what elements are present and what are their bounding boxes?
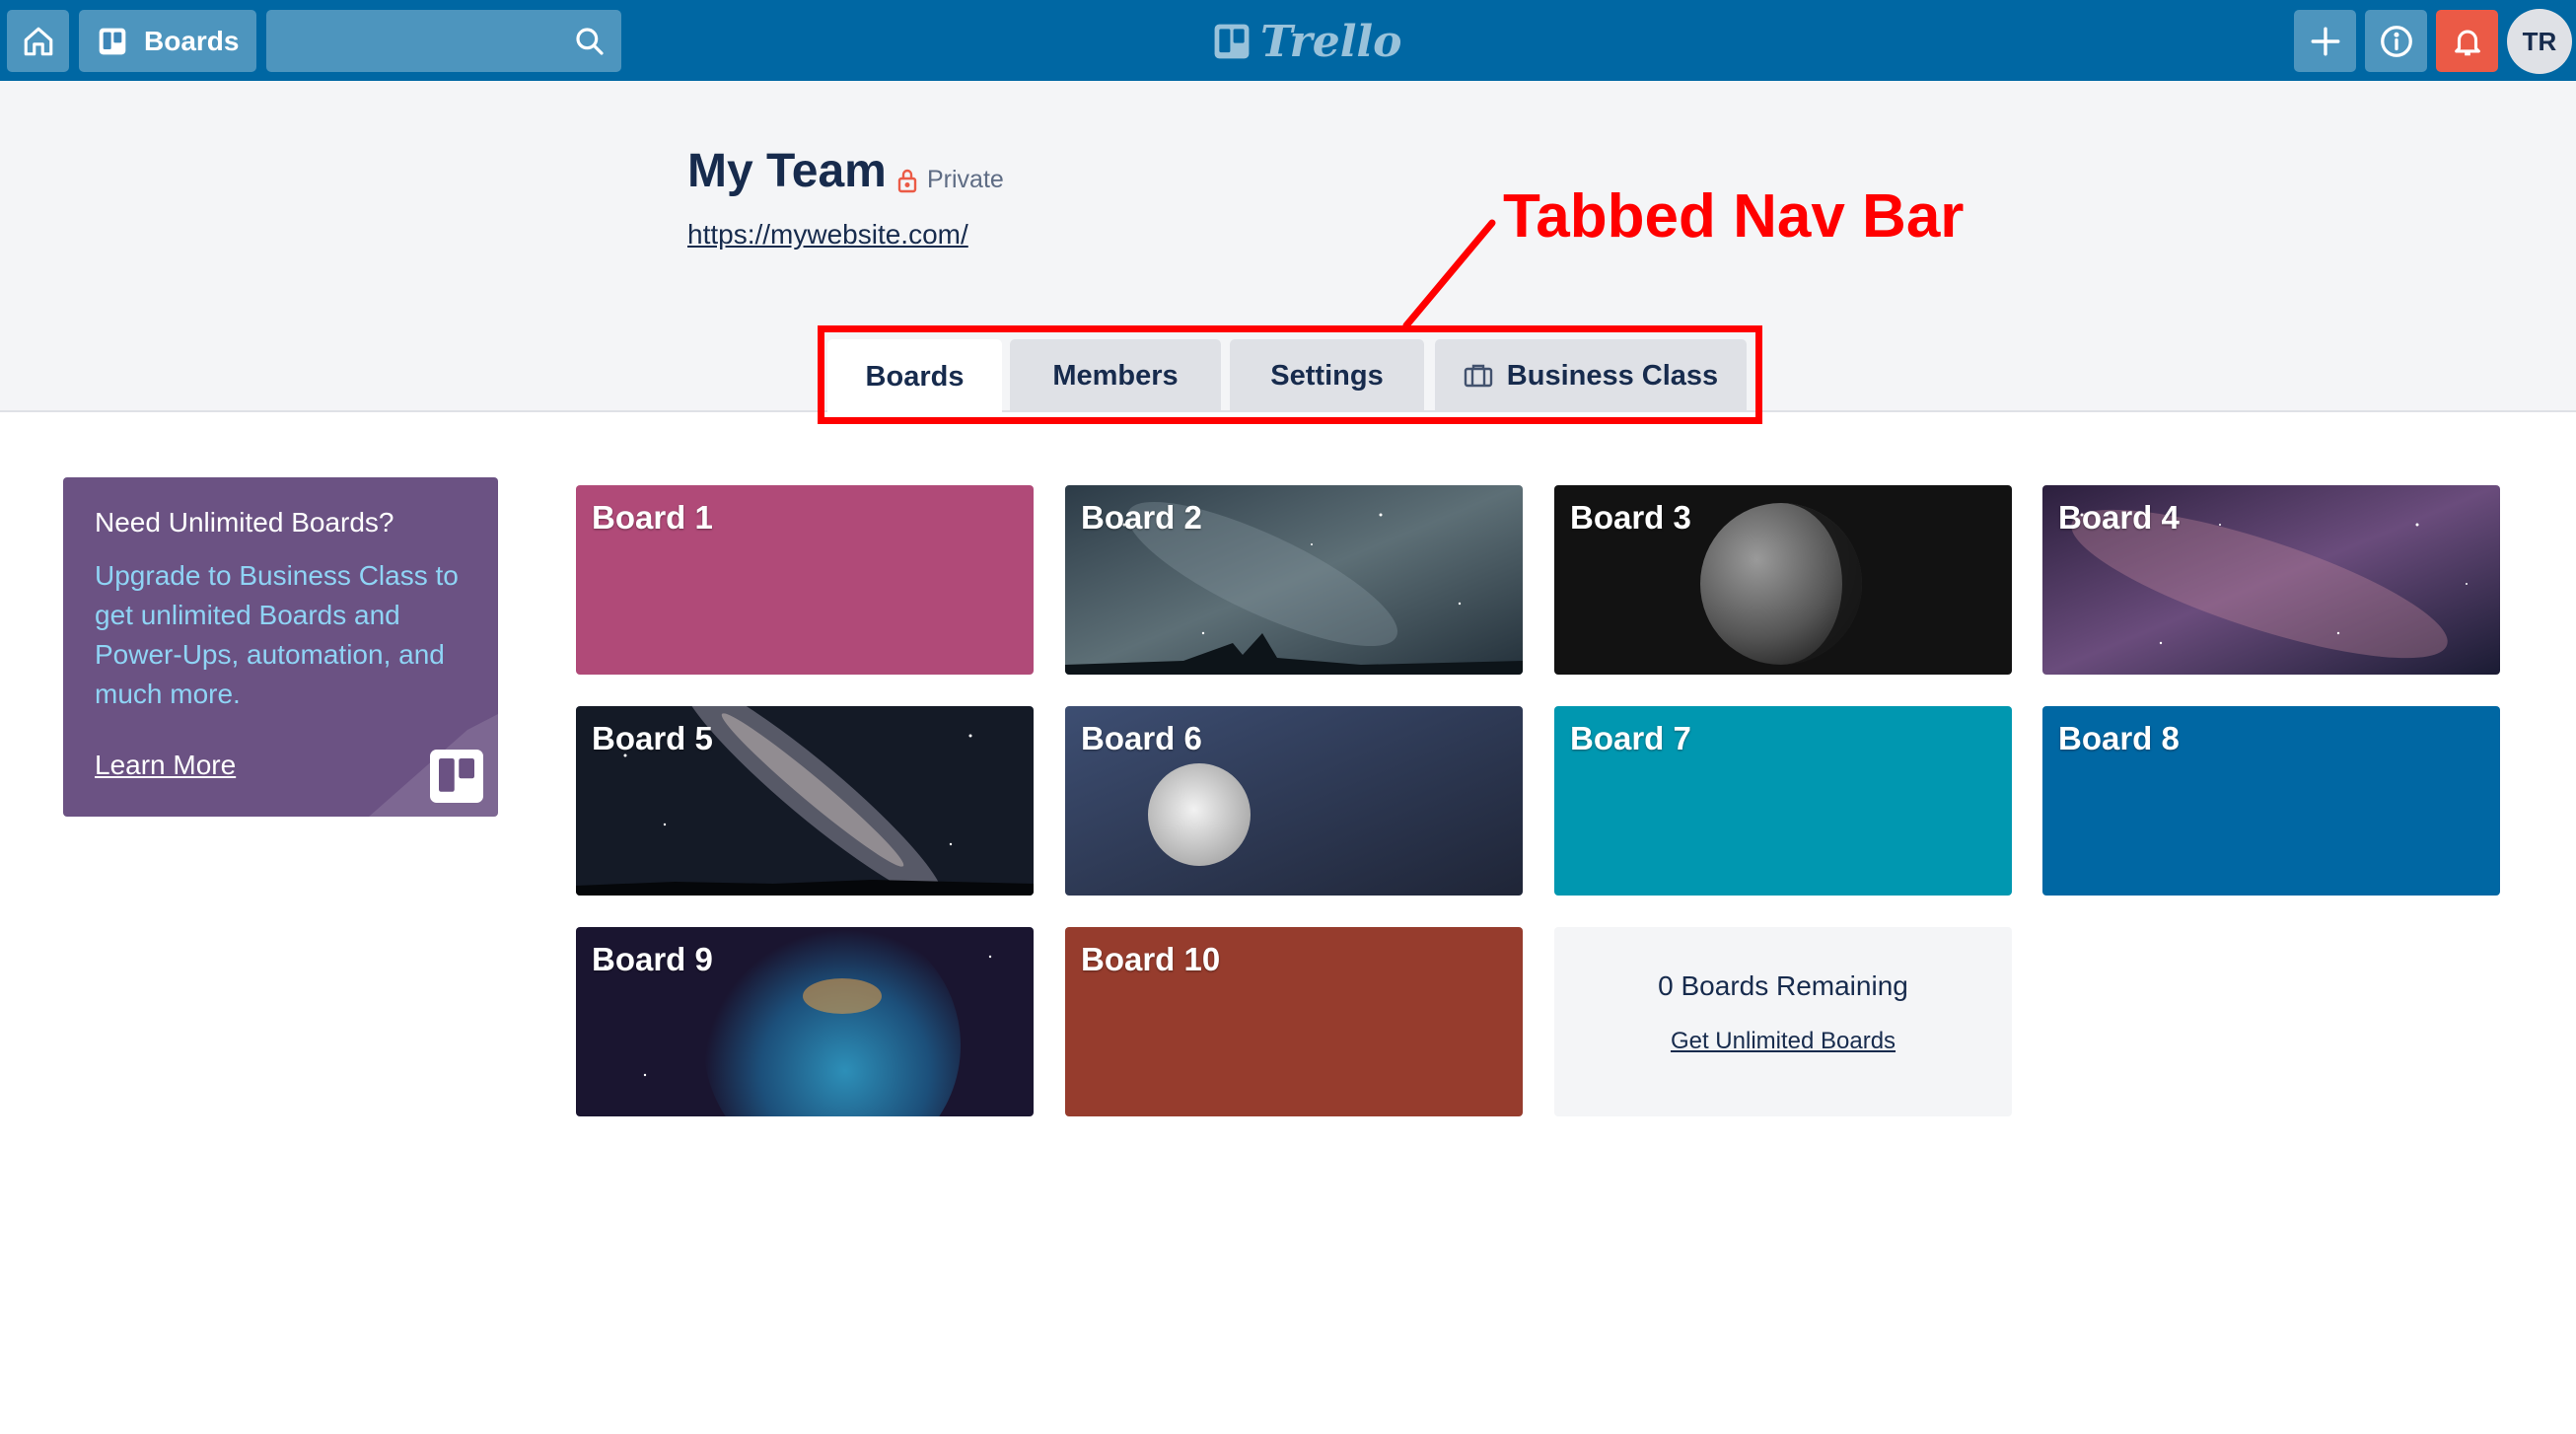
create-button[interactable] (2294, 10, 2356, 72)
board-title: Board 7 (1570, 720, 1691, 756)
privacy-indicator[interactable]: Private (895, 166, 1004, 194)
board-tile[interactable]: Board 6 (1065, 706, 1523, 896)
home-icon (24, 27, 52, 55)
board-tile[interactable]: Board 1 (576, 485, 1034, 675)
board-tile[interactable]: Board 5 (576, 706, 1034, 896)
lock-icon (897, 169, 917, 192)
board-icon (99, 28, 126, 54)
board-title: Board 6 (1081, 720, 1202, 756)
info-icon (2380, 25, 2412, 57)
board-title: Board 8 (2058, 720, 2180, 756)
tab-boards-label: Boards (865, 360, 965, 393)
board-title: Board 2 (1081, 499, 1202, 536)
trello-logo-icon (1214, 24, 1250, 59)
notifications-button[interactable] (2436, 10, 2498, 72)
search-input[interactable] (266, 10, 621, 72)
avatar-initials: TR (2522, 26, 2557, 56)
board-tile[interactable]: Board 7 (1554, 706, 2012, 896)
promo-description: Upgrade to Business Class to get unlimit… (95, 560, 459, 709)
search-box[interactable] (266, 10, 621, 72)
tab-members-label: Members (1052, 359, 1179, 392)
learn-more-link[interactable]: Learn More (95, 750, 236, 781)
tab-settings-label: Settings (1270, 359, 1384, 392)
briefcase-icon (1464, 364, 1492, 388)
tab-business-class[interactable]: Business Class (1435, 339, 1747, 412)
board-tile[interactable]: Board 10 (1065, 927, 1523, 1116)
tab-business-class-label: Business Class (1506, 359, 1719, 392)
tab-boards[interactable]: Boards (827, 339, 1002, 414)
tab-members[interactable]: Members (1010, 339, 1221, 412)
board-tile[interactable]: Board 9 (576, 927, 1034, 1116)
top-navigation-bar: Boards Trello TR (0, 0, 2576, 81)
board-title: Board 9 (592, 941, 713, 977)
board-title: Board 4 (2058, 499, 2180, 536)
board-title: Board 3 (1570, 499, 1691, 536)
board-tile[interactable]: Board 3 (1554, 485, 2012, 675)
get-unlimited-boards-link[interactable]: Get Unlimited Boards (1554, 1028, 2012, 1055)
boards-remaining-count: 0 Boards Remaining (1658, 970, 1908, 1001)
trello-logo[interactable]: Trello (1213, 14, 1402, 69)
team-header: My Team Private https://mywebsite.com/ B… (0, 81, 2576, 414)
bell-icon (2454, 30, 2480, 55)
upgrade-promo-card: Need Unlimited Boards? Upgrade to Busine… (63, 477, 498, 817)
team-website-link[interactable]: https://mywebsite.com/ (687, 219, 968, 251)
board-tile[interactable]: Board 2 (1065, 485, 1523, 675)
promo-title: Need Unlimited Boards? (95, 507, 394, 538)
board-title: Board 1 (592, 499, 713, 536)
plus-icon (2311, 27, 2339, 55)
boards-menu-label: Boards (144, 25, 240, 56)
tab-settings[interactable]: Settings (1230, 339, 1424, 412)
privacy-label: Private (927, 166, 1004, 193)
board-tile[interactable]: Board 4 (2042, 485, 2500, 675)
board-title: Board 10 (1081, 941, 1221, 977)
board-tile[interactable]: Board 8 (2042, 706, 2500, 896)
annotation-label: Tabbed Nav Bar (1503, 182, 1965, 251)
board-title: Board 5 (592, 720, 713, 756)
boards-menu-button[interactable]: Boards (79, 10, 256, 72)
avatar[interactable]: TR (2507, 9, 2572, 74)
trello-badge-icon (430, 750, 483, 803)
boards-remaining-card: 0 Boards Remaining Get Unlimited Boards (1554, 927, 2012, 1116)
home-button[interactable] (7, 10, 69, 72)
trello-logo-text: Trello (1260, 16, 1402, 67)
info-button[interactable] (2365, 10, 2427, 72)
team-name: My Team (687, 145, 887, 197)
